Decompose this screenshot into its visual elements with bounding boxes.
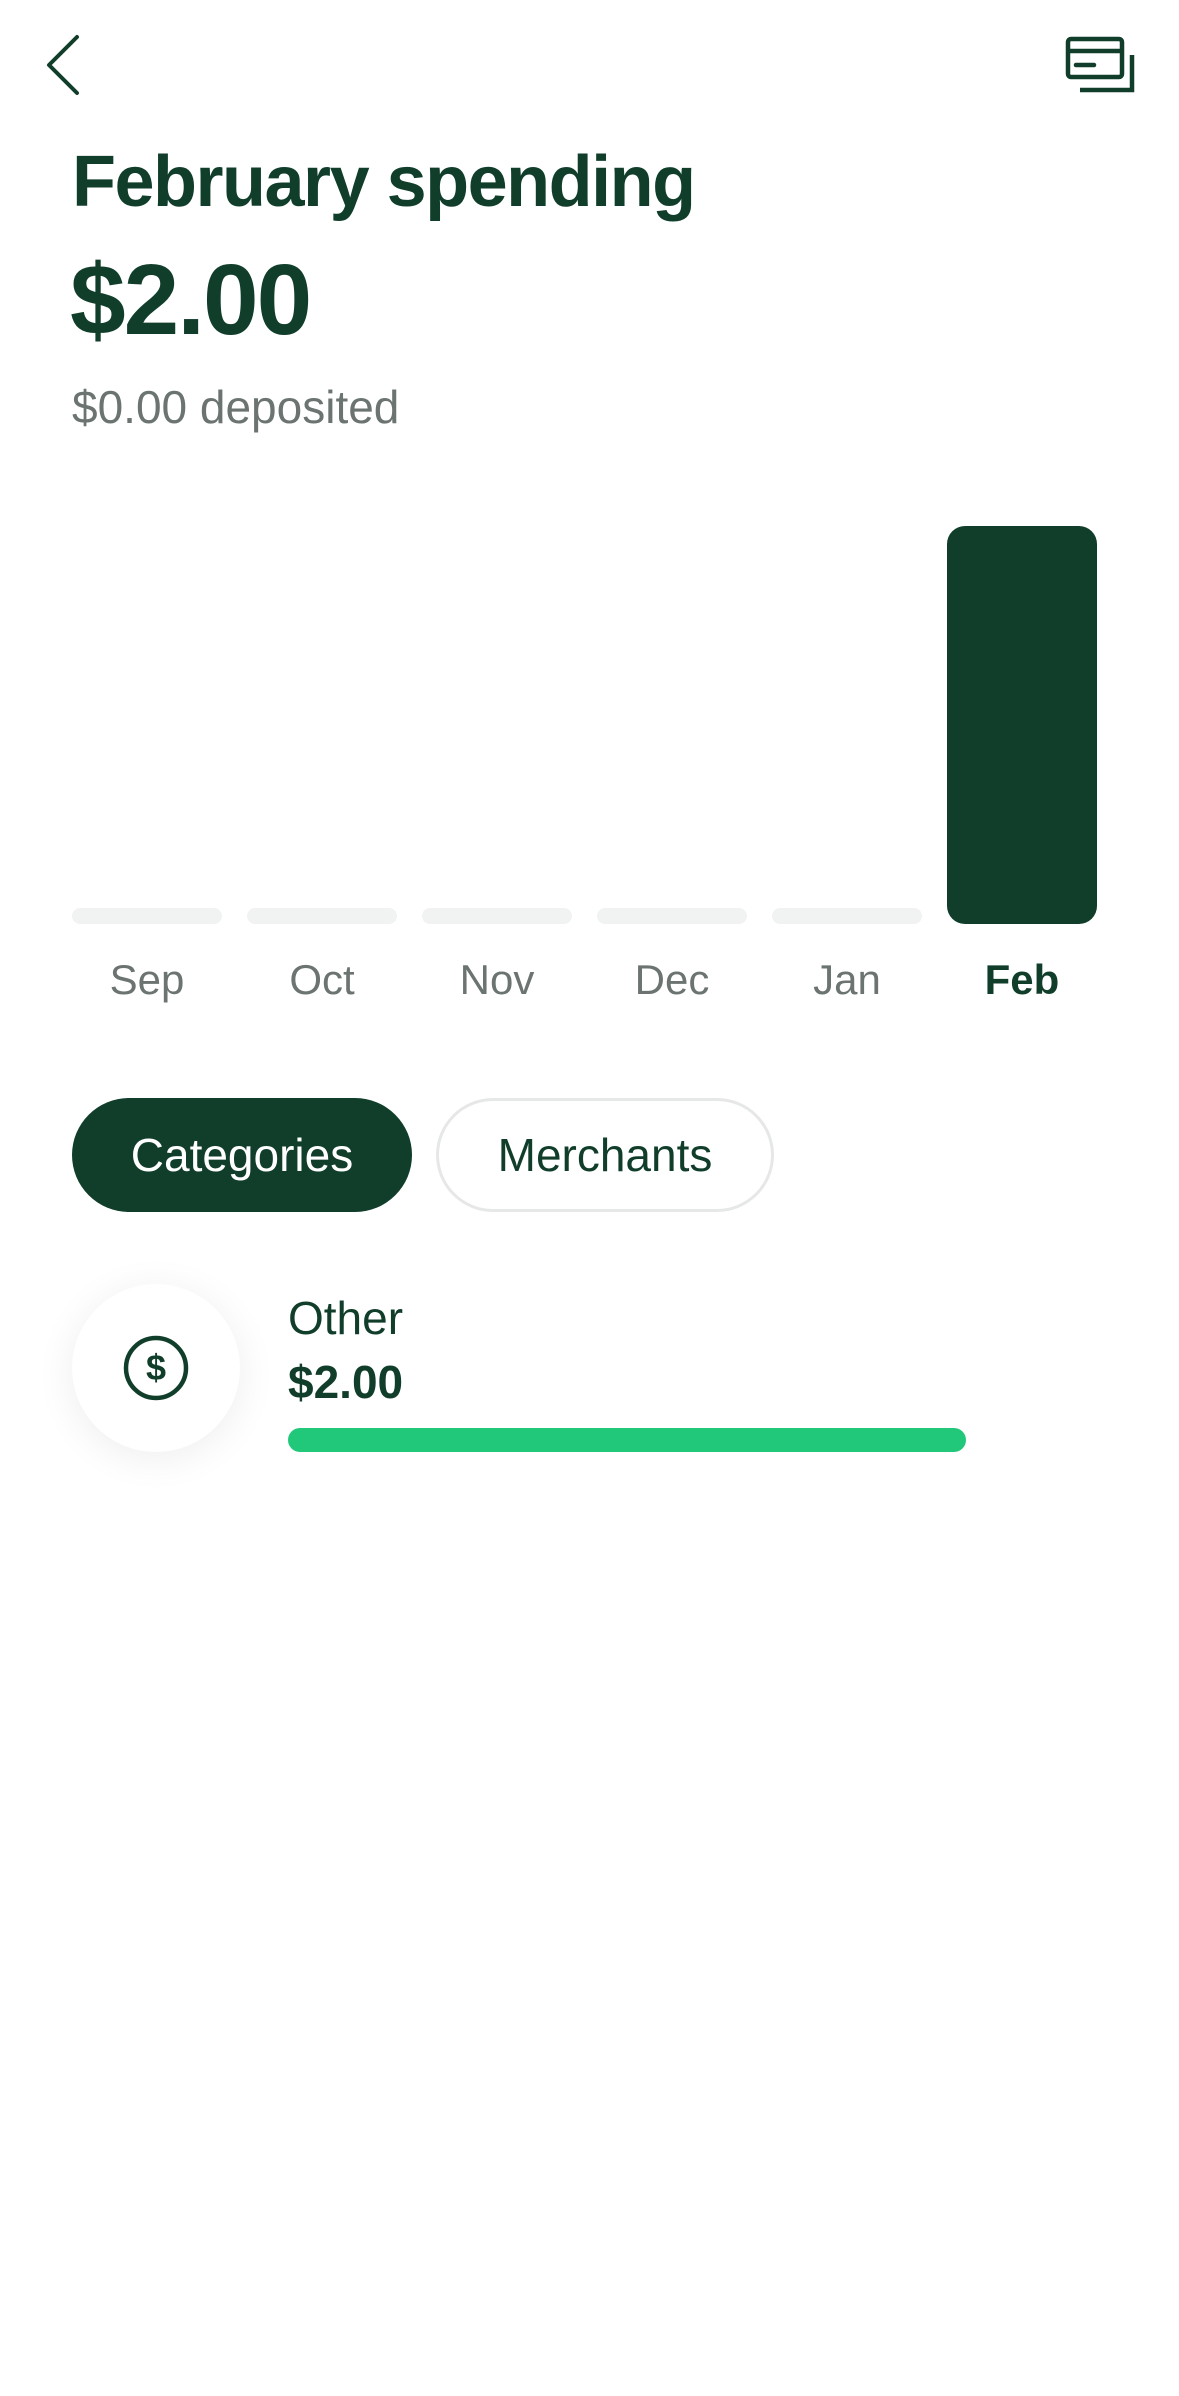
dollar-circle-icon: $ bbox=[123, 1335, 189, 1401]
top-bar bbox=[0, 0, 1179, 130]
bar-oct[interactable] bbox=[247, 908, 397, 924]
tick-label-nov[interactable]: Nov bbox=[460, 956, 535, 1003]
category-icon-container: $ bbox=[72, 1284, 240, 1452]
category-progress-track bbox=[288, 1428, 966, 1452]
tick-label-oct[interactable]: Oct bbox=[289, 956, 355, 1003]
back-button[interactable] bbox=[28, 22, 98, 108]
monthly-spending-chart: Sep Oct Nov Dec Jan Feb bbox=[0, 500, 1179, 1020]
tick-label-dec[interactable]: Dec bbox=[635, 956, 710, 1003]
page-title: February spending bbox=[72, 142, 696, 222]
bar-sep[interactable] bbox=[72, 908, 222, 924]
bar-nov[interactable] bbox=[422, 908, 572, 924]
tab-categories[interactable]: Categories bbox=[72, 1098, 412, 1212]
view-toggle: Categories Merchants bbox=[72, 1098, 774, 1212]
tab-merchants[interactable]: Merchants bbox=[436, 1098, 774, 1212]
bar-jan[interactable] bbox=[772, 908, 922, 924]
bar-feb[interactable] bbox=[947, 526, 1097, 924]
tick-label-jan[interactable]: Jan bbox=[813, 956, 881, 1003]
category-progress-fill bbox=[288, 1428, 966, 1452]
total-spending-amount: $2.00 bbox=[70, 244, 312, 356]
category-amount: $2.00 bbox=[288, 1356, 404, 1408]
chevron-left-icon bbox=[47, 35, 79, 95]
category-row-other[interactable]: $ Other $2.00 bbox=[72, 1284, 1112, 1454]
bar-chart-svg: Sep Oct Nov Dec Jan Feb bbox=[72, 526, 1097, 1003]
bar-dec[interactable] bbox=[597, 908, 747, 924]
cards-icon bbox=[1065, 36, 1135, 93]
category-name: Other bbox=[288, 1292, 404, 1344]
deposited-amount: $0.00 deposited bbox=[72, 381, 400, 433]
tick-label-sep[interactable]: Sep bbox=[110, 956, 185, 1003]
tick-label-feb[interactable]: Feb bbox=[985, 956, 1060, 1003]
svg-text:$: $ bbox=[146, 1347, 166, 1388]
cards-button[interactable] bbox=[1050, 22, 1150, 108]
